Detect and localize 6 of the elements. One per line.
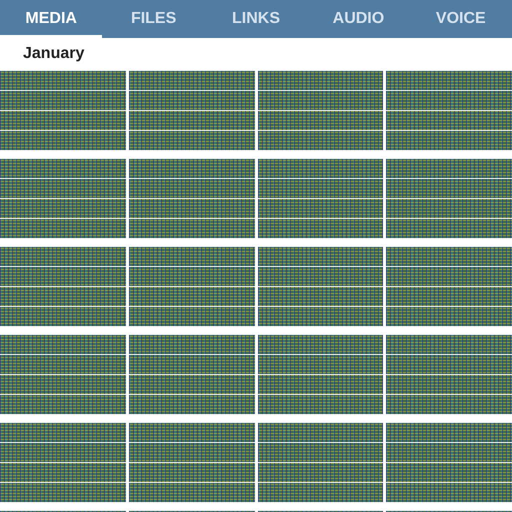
tab[interactable]: MEDIA [0,0,102,38]
tab[interactable]: VOICE [410,0,512,38]
tab[interactable]: AUDIO [307,0,410,38]
tab[interactable]: FILES [102,0,205,38]
tab[interactable]: LINKS [204,0,308,38]
section-title: January [22,44,86,64]
